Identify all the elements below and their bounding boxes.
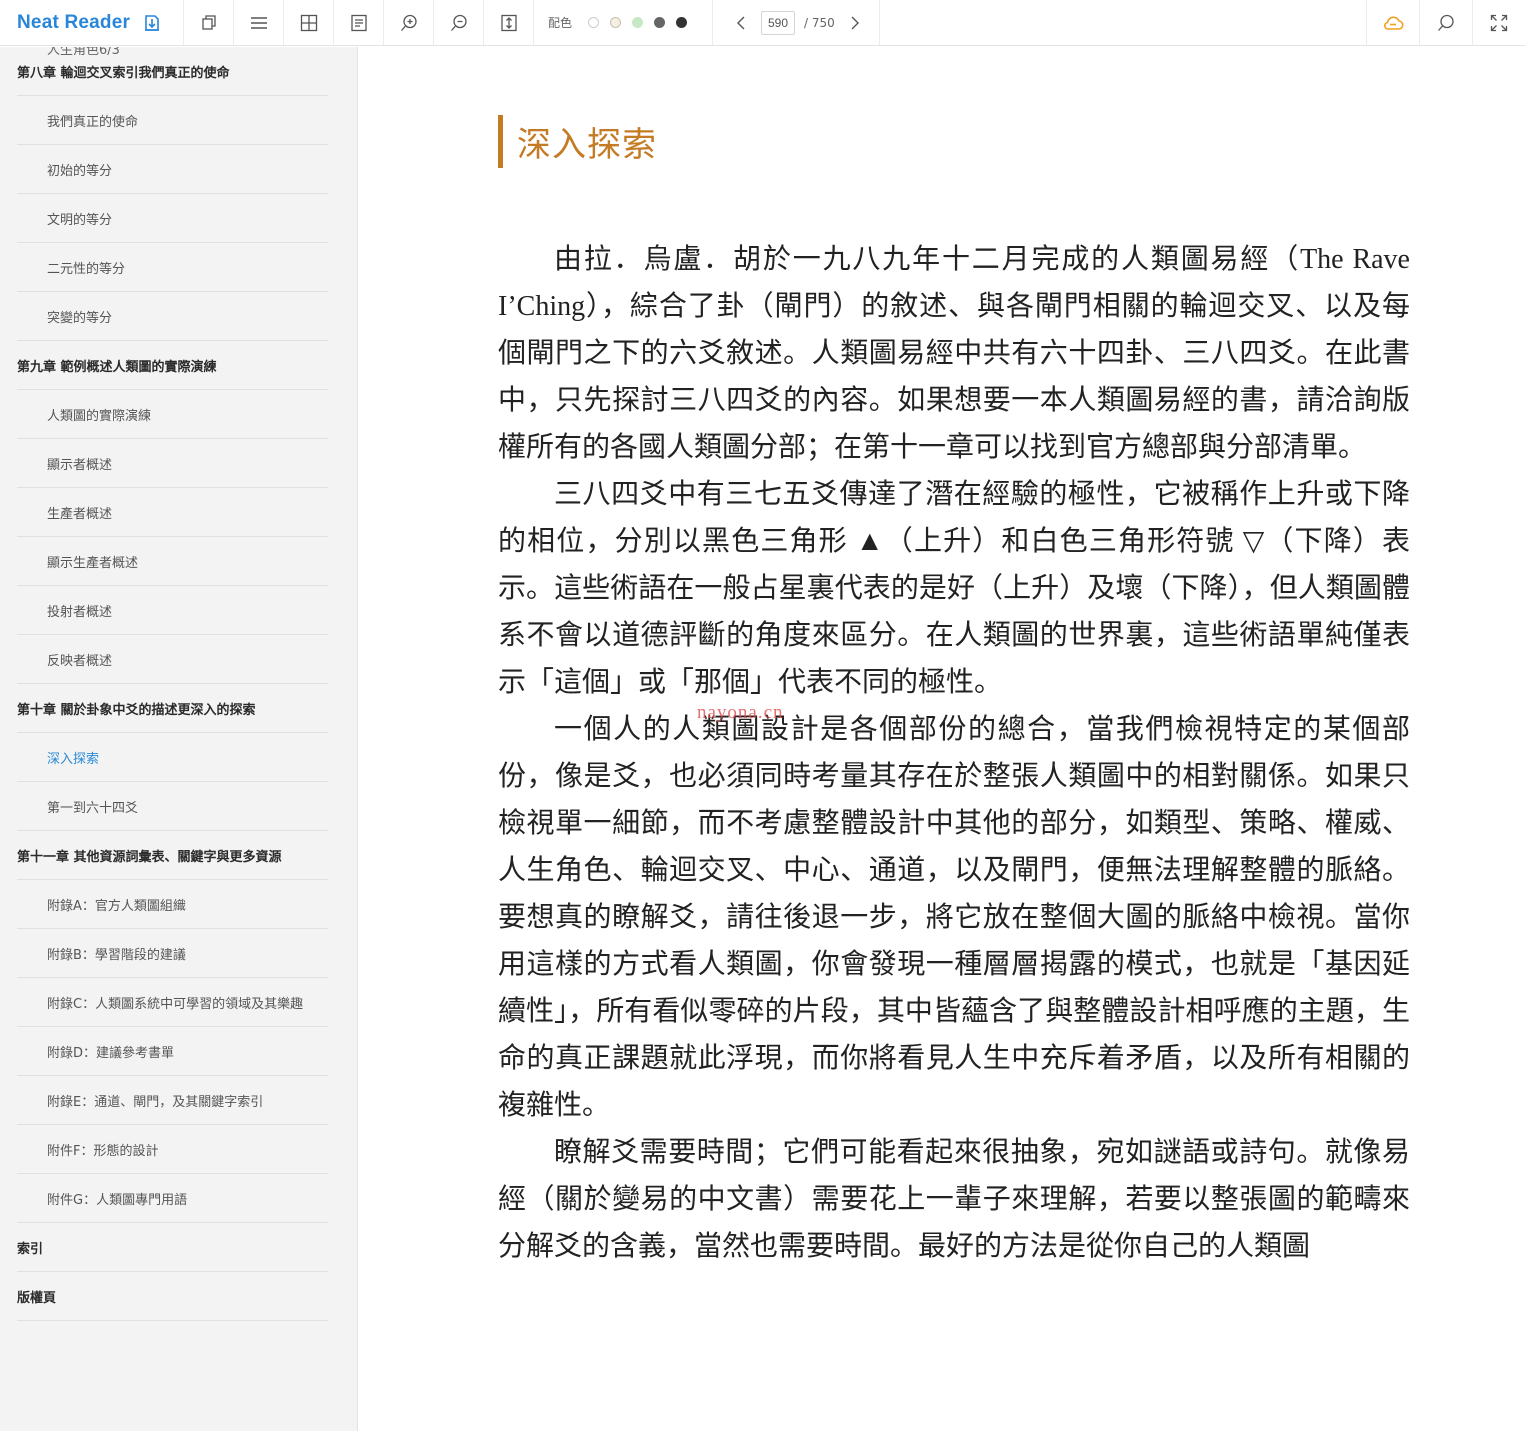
zoom-out-icon [450, 14, 467, 31]
save-icon[interactable] [142, 13, 162, 33]
fullscreen-icon [1490, 14, 1508, 32]
toc-item[interactable]: 顯示者概述 [17, 439, 328, 488]
toc-item[interactable]: 附件G：人類圖專門用語 [17, 1174, 328, 1223]
search-button[interactable] [1419, 0, 1472, 46]
copy-icon [201, 14, 216, 30]
next-page-button[interactable] [849, 16, 861, 30]
fullscreen-button[interactable] [1472, 0, 1525, 46]
fit-height-button[interactable] [484, 0, 534, 45]
menu-icon [250, 16, 267, 29]
copy-button[interactable] [184, 0, 234, 45]
watermark: nayona.cn [697, 702, 784, 723]
reading-pane: 深入探索 由拉．烏盧．胡於一九八九年十二月完成的人類圖易經（The Rave I… [359, 47, 1525, 1431]
heading-accent-bar [498, 115, 503, 168]
search-icon [1438, 14, 1454, 31]
toc-item[interactable]: 第一到六十四爻 [17, 782, 328, 831]
toc-item[interactable]: 初始的等分 [17, 145, 328, 194]
toc-item[interactable]: 附件F：形態的設計 [17, 1125, 328, 1174]
grid-button[interactable] [284, 0, 334, 45]
zoom-in-button[interactable] [384, 0, 434, 45]
toc-item[interactable]: 附錄E：通道、閘門，及其關鍵字索引 [17, 1076, 328, 1125]
chevron-left-icon [737, 16, 745, 29]
pager: / 750 [713, 0, 880, 45]
paragraph: 由拉．烏盧．胡於一九八九年十二月完成的人類圖易經（The Rave I’Chin… [498, 244, 1410, 463]
theme-sepia[interactable] [609, 17, 621, 28]
paragraph: 一個人的人類圖設計是各個部份的總合，當我們檢視特定的某個部份，像是爻，也必須同時… [498, 714, 1410, 1121]
cloud-icon [1384, 16, 1404, 30]
toc-item[interactable]: 顯示生產者概述 [17, 537, 328, 586]
section-body: 由拉．烏盧．胡於一九八九年十二月完成的人類圖易經（The Rave I’Chin… [498, 236, 1410, 1270]
brand: Neat Reader [0, 0, 184, 45]
theme-green[interactable] [631, 17, 643, 28]
toc-chapter[interactable]: 第八章 輪迴交叉索引我們真正的使命 [17, 47, 328, 96]
top-toolbar: Neat Reader 配色 / 750 [0, 0, 1525, 46]
toc-item[interactable]: 我們真正的使命 [17, 96, 328, 145]
app-name[interactable]: Neat Reader [17, 12, 130, 34]
toc-chapter[interactable]: 索引 [17, 1223, 328, 1272]
toc-sidebar: 人生角色6/3 第八章 輪迴交叉索引我們真正的使命 我們真正的使命 初始的等分 文明的… [0, 47, 358, 1431]
notes-button[interactable] [334, 0, 384, 45]
toc-item[interactable]: 人類圖的實際演練 [17, 390, 328, 439]
toc-item[interactable]: 附錄B：學習階段的建議 [17, 929, 328, 978]
fit-height-icon [500, 14, 517, 31]
toc-item[interactable]: 生產者概述 [17, 488, 328, 537]
paragraph: 瞭解爻需要時間；它們可能看起來很抽象，宛如謎語或詩句。就像易經（關於變易的中文書… [498, 1137, 1410, 1262]
grid-icon [300, 14, 317, 31]
toc-item[interactable]: 附錄C：人類圖系統中可學習的領域及其樂趣 [17, 978, 328, 1027]
toc-chapter[interactable]: 第十章 關於卦象中爻的描述更深入的探索 [17, 684, 328, 733]
zoom-out-button[interactable] [434, 0, 484, 45]
chevron-right-icon [851, 16, 859, 29]
page-total: / 750 [804, 15, 835, 30]
toc-item[interactable]: 投射者概述 [17, 586, 328, 635]
theme-dark[interactable] [675, 17, 687, 28]
toc-chapter[interactable]: 第十一章 其他資源詞彙表、關鍵字與更多資源 [17, 831, 328, 880]
toc-item[interactable]: 二元性的等分 [17, 243, 328, 292]
zoom-in-icon [400, 14, 417, 31]
toc-item[interactable]: 文明的等分 [17, 194, 328, 243]
toc-item[interactable]: 附錄A：官方人類圖組織 [17, 880, 328, 929]
theme-label: 配色 [548, 16, 573, 30]
prev-page-button[interactable] [735, 16, 747, 30]
menu-button[interactable] [234, 0, 284, 45]
notes-icon [350, 14, 367, 31]
toc-chapter[interactable]: 第九章 範例概述人類圖的實際演練 [17, 341, 328, 390]
toc-chapter[interactable]: 版權頁 [17, 1272, 328, 1321]
paragraph: 三八四爻中有三七五爻傳達了潛在經驗的極性，它被稱作上升或下降的相位，分別以黑色三… [498, 479, 1410, 698]
right-tools [1366, 0, 1525, 46]
toc-item[interactable]: 突變的等分 [17, 292, 328, 341]
theme-gray[interactable] [653, 17, 665, 28]
theme-white[interactable] [587, 17, 599, 28]
toc-item[interactable]: 反映者概述 [17, 635, 328, 684]
toc-item[interactable]: 附錄D：建議參考書單 [17, 1027, 328, 1076]
cloud-sync-button[interactable] [1366, 0, 1419, 46]
toc-item[interactable]: 深入探索 [17, 733, 328, 782]
page-number-input[interactable] [761, 10, 796, 35]
section-heading: 深入探索 [517, 125, 657, 165]
theme-selector: 配色 [534, 0, 714, 45]
